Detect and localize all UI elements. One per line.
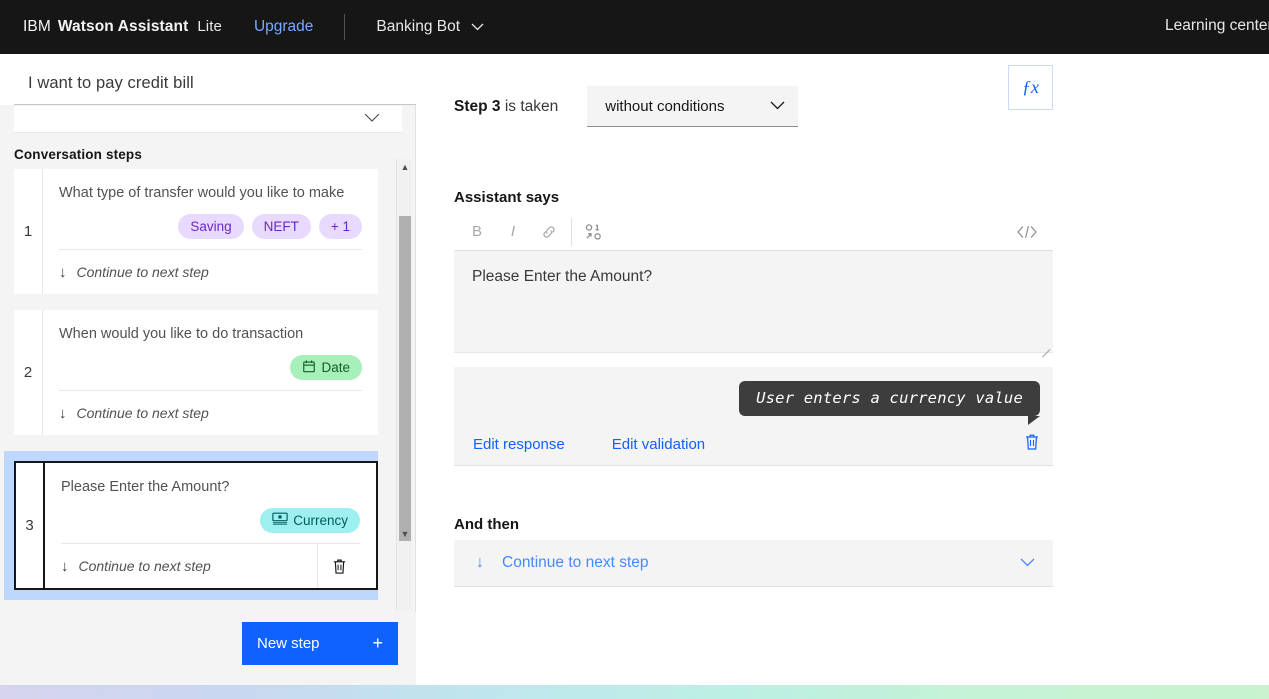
- step-body: When would you like to do transaction Da…: [43, 310, 378, 435]
- scroll-down-arrow-icon[interactable]: ▼: [397, 526, 413, 542]
- step-body: Please Enter the Amount? Currency ↓ Cont…: [45, 463, 376, 588]
- step-tag-label: Currency: [293, 512, 348, 528]
- step-footer[interactable]: ↓ Continue to next step: [59, 391, 362, 435]
- learning-center-link[interactable]: Learning center: [1165, 17, 1269, 35]
- step-card-2[interactable]: 2 When would you like to do transaction …: [14, 310, 378, 435]
- new-step-button[interactable]: New step +: [242, 622, 398, 665]
- continue-label: Continue to next step: [76, 405, 209, 421]
- step-card-1[interactable]: 1 What type of transfer would you like t…: [14, 169, 378, 294]
- new-step-label: New step: [257, 635, 320, 652]
- scroll-up-arrow-icon[interactable]: ▲: [397, 159, 413, 175]
- fx-icon: ƒx: [1022, 77, 1039, 97]
- step-tag-overflow[interactable]: + 1: [318, 213, 362, 239]
- step-detail-panel: Step 3 is taken without conditions ƒx As…: [417, 54, 1269, 685]
- page-title-bar: I want to pay credit bill: [0, 54, 416, 105]
- calendar-icon: [302, 359, 316, 376]
- global-header: IBM Watson Assistant Lite Upgrade Bankin…: [0, 0, 1269, 54]
- validation-preview-bubble: User enters a currency value: [739, 381, 1040, 425]
- code-icon[interactable]: [1009, 213, 1045, 251]
- condition-dropdown[interactable]: without conditions: [587, 86, 799, 127]
- resize-handle[interactable]: [1041, 341, 1051, 358]
- link-icon[interactable]: [531, 213, 567, 251]
- app-root: IBM Watson Assistant Lite Upgrade Bankin…: [0, 0, 1269, 699]
- step-number: 2: [14, 310, 43, 435]
- response-preview: User enters a currency value Edit respon…: [454, 367, 1053, 466]
- step-prompt: Please Enter the Amount?: [61, 479, 230, 495]
- steps-scrollbar[interactable]: ▲ ▼: [396, 159, 412, 610]
- chevron-down-icon: [471, 18, 484, 36]
- response-editor: B I Please Enter the Amount?: [454, 213, 1053, 358]
- edit-validation-link[interactable]: Edit validation: [612, 436, 705, 453]
- condition-prefix: Step 3 is taken: [454, 98, 558, 116]
- brand-ibm-label: IBM: [23, 18, 51, 35]
- delete-step-icon[interactable]: [317, 544, 361, 588]
- expression-fx-button[interactable]: ƒx: [1008, 65, 1053, 110]
- condition-row: Step 3 is taken without conditions: [454, 86, 799, 127]
- upgrade-link[interactable]: Upgrade: [254, 18, 313, 36]
- chevron-down-icon: [1020, 556, 1035, 570]
- banknote-icon: [272, 512, 288, 528]
- step-tags: Date: [59, 354, 362, 380]
- plus-icon: +: [372, 633, 383, 653]
- step-tags: Saving NEFT + 1: [59, 213, 362, 239]
- plan-badge: Lite: [197, 18, 222, 35]
- arrow-down-icon: ↓: [476, 554, 484, 571]
- condition-step-name: Step 3: [454, 97, 501, 115]
- arrow-down-icon: ↓: [59, 263, 67, 281]
- response-text: Please Enter the Amount?: [472, 268, 653, 285]
- step-footer[interactable]: ↓ Continue to next step: [59, 250, 362, 294]
- step-card-3[interactable]: 3 Please Enter the Amount? Currency ↓ Co…: [14, 461, 378, 590]
- bold-button[interactable]: B: [459, 213, 495, 251]
- and-then-dropdown[interactable]: ↓ Continue to next step: [454, 540, 1053, 587]
- step-tag[interactable]: Currency: [260, 507, 360, 533]
- italic-glyph: I: [510, 223, 516, 240]
- and-then-value: Continue to next step: [502, 554, 649, 571]
- brand-product-label: Watson Assistant: [57, 18, 189, 35]
- bottom-gradient-strip: [0, 685, 1269, 699]
- scrollbar-thumb[interactable]: [399, 216, 411, 541]
- step-tags: Currency: [61, 507, 360, 533]
- assistant-switcher[interactable]: Banking Bot: [376, 18, 484, 36]
- editor-toolbar: B I: [454, 213, 1053, 251]
- collapsed-step-card[interactable]: [14, 106, 402, 133]
- step-number: 3: [16, 463, 45, 588]
- response-action-row: Edit response Edit validation: [454, 423, 1053, 465]
- continue-label: Continue to next step: [76, 264, 209, 280]
- variable-icon[interactable]: [576, 213, 612, 251]
- brand: IBM Watson Assistant Lite: [23, 18, 222, 36]
- step-tag[interactable]: Saving: [178, 213, 244, 239]
- italic-button[interactable]: I: [495, 213, 531, 251]
- chevron-down-icon: [770, 99, 785, 113]
- step-prompt: What type of transfer would you like to …: [59, 185, 345, 201]
- assistant-name-label: Banking Bot: [376, 18, 461, 35]
- continue-label: Continue to next step: [78, 558, 211, 574]
- arrow-down-icon: ↓: [59, 404, 67, 422]
- page-title: I want to pay credit bill: [28, 74, 194, 92]
- step-prompt: When would you like to do transaction: [59, 326, 304, 342]
- step-number: 1: [14, 169, 43, 294]
- steps-list: 1 What type of transfer would you like t…: [4, 169, 388, 608]
- steps-sidebar: I want to pay credit bill Conversation s…: [0, 54, 416, 685]
- delete-response-icon[interactable]: [1024, 433, 1040, 456]
- step-tag-label: Date: [321, 359, 350, 375]
- header-divider: [344, 14, 346, 40]
- arrow-down-icon: ↓: [61, 557, 69, 575]
- and-then-heading: And then: [454, 516, 519, 533]
- workspace: I want to pay credit bill Conversation s…: [0, 54, 1269, 699]
- step-card-3-selected-wrapper: 3 Please Enter the Amount? Currency ↓ Co…: [4, 451, 378, 600]
- step-tag[interactable]: NEFT: [251, 213, 311, 239]
- title-divider: [14, 104, 416, 105]
- assistant-says-heading: Assistant says: [454, 189, 560, 206]
- conversation-steps-heading: Conversation steps: [14, 147, 142, 162]
- condition-istaken-label: is taken: [500, 97, 559, 115]
- response-textarea[interactable]: Please Enter the Amount?: [454, 251, 1053, 358]
- edit-response-link[interactable]: Edit response: [473, 436, 565, 453]
- step-footer[interactable]: ↓ Continue to next step: [61, 544, 360, 588]
- new-step-bar: New step +: [0, 612, 416, 685]
- chevron-down-icon: [364, 110, 380, 128]
- toolbar-separator: [571, 217, 572, 246]
- condition-dropdown-value: without conditions: [605, 97, 725, 115]
- step-body: What type of transfer would you like to …: [43, 169, 378, 294]
- step-tag[interactable]: Date: [290, 354, 362, 380]
